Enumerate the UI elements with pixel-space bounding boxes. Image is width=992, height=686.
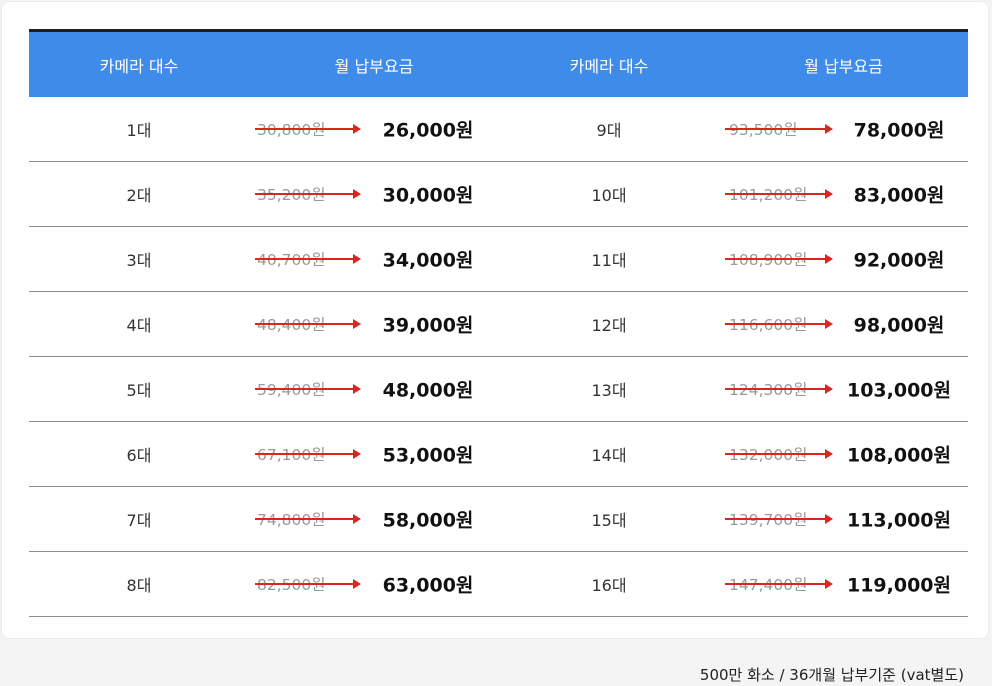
monthly-fee-cell: 82,500원 63,000원	[249, 552, 499, 616]
camera-count: 13대	[591, 381, 627, 400]
monthly-fee-cell: 124,300원 103,000원	[719, 357, 968, 421]
price-table: 카메라 대수 월 납부요금 카메라 대수 월 납부요금 1대 30,800원 26,…	[29, 29, 968, 617]
camera-count: 6대	[126, 446, 152, 465]
monthly-fee-cell: 139,700원 113,000원	[719, 487, 968, 551]
discounted-price: 63,000원	[382, 574, 474, 597]
monthly-fee-cell: 147,400원 119,000원	[719, 552, 968, 616]
camera-count: 2대	[126, 186, 152, 205]
discounted-price: 39,000원	[382, 314, 474, 337]
discounted-price: 30,000원	[382, 184, 474, 207]
discounted-price: 26,000원	[382, 119, 474, 142]
monthly-fee-cell: 132,000원 108,000원	[719, 422, 968, 486]
monthly-fee-cell: 74,800원 58,000원	[249, 487, 499, 551]
table-header: 카메라 대수 월 납부요금 카메라 대수 월 납부요금	[29, 29, 968, 97]
discounted-price: 34,000원	[382, 249, 474, 272]
monthly-fee-cell: 35,200원 30,000원	[249, 162, 499, 226]
discounted-price: 103,000원	[846, 379, 952, 402]
monthly-fee-cell: 116,600원 98,000원	[719, 292, 968, 356]
table-row: 6대 67,100원 53,000원 14대 132,000원 108,000원	[29, 422, 968, 487]
camera-count: 8대	[126, 576, 152, 595]
monthly-fee-cell: 67,100원 53,000원	[249, 422, 499, 486]
monthly-fee-cell: 30,800원 26,000원	[249, 97, 499, 161]
header-monthly-fee-2: 월 납부요금	[804, 56, 883, 76]
camera-count: 1대	[126, 121, 152, 140]
discounted-price: 119,000원	[846, 574, 952, 597]
table-row: 5대 59,400원 48,000원 13대 124,300원 103,000원	[29, 357, 968, 422]
camera-count: 12대	[591, 316, 627, 335]
header-camera-count: 카메라 대수	[99, 56, 179, 76]
table-row: 3대 40,700원 34,000원 11대 108,900원 92,000원	[29, 227, 968, 292]
camera-count: 14대	[591, 446, 627, 465]
discounted-price: 58,000원	[382, 509, 474, 532]
monthly-fee-cell: 108,900원 92,000원	[719, 227, 968, 291]
monthly-fee-cell: 101,200원 83,000원	[719, 162, 968, 226]
footnote: 500만 화소 / 36개월 납부기준 (vat별도)	[699, 666, 964, 684]
camera-count: 10대	[591, 186, 627, 205]
camera-count: 15대	[591, 511, 627, 530]
discounted-price: 48,000원	[382, 379, 474, 402]
camera-count: 16대	[591, 576, 627, 595]
table-row: 2대 35,200원 30,000원 10대 101,200원 83,000원	[29, 162, 968, 227]
price-table-card: 카메라 대수 월 납부요금 카메라 대수 월 납부요금 1대 30,800원 26,…	[1, 1, 989, 639]
table-row: 1대 30,800원 26,000원 9대 93,500원 78,000원	[29, 97, 968, 162]
table-row: 8대 82,500원 63,000원 16대 147,400원 119,000원	[29, 552, 968, 617]
camera-count: 7대	[126, 511, 152, 530]
discounted-price: 53,000원	[382, 444, 474, 467]
table-body: 1대 30,800원 26,000원 9대 93,500원 78,000원 2대 35,200…	[29, 97, 968, 617]
header-camera-count-2: 카메라 대수	[569, 56, 649, 76]
discounted-price: 92,000원	[853, 249, 945, 272]
monthly-fee-cell: 40,700원 34,000원	[249, 227, 499, 291]
monthly-fee-cell: 59,400원 48,000원	[249, 357, 499, 421]
camera-count: 5대	[126, 381, 152, 400]
table-row: 7대 74,800원 58,000원 15대 139,700원 113,000원	[29, 487, 968, 552]
camera-count: 11대	[591, 251, 627, 270]
table-row: 4대 48,400원 39,000원 12대 116,600원 98,000원	[29, 292, 968, 357]
discounted-price: 108,000원	[846, 444, 952, 467]
monthly-fee-cell: 93,500원 78,000원	[719, 97, 968, 161]
camera-count: 9대	[596, 121, 622, 140]
camera-count: 4대	[126, 316, 152, 335]
monthly-fee-cell: 48,400원 39,000원	[249, 292, 499, 356]
discounted-price: 113,000원	[846, 509, 952, 532]
discounted-price: 78,000원	[853, 119, 945, 142]
discounted-price: 83,000원	[853, 184, 945, 207]
discounted-price: 98,000원	[853, 314, 945, 337]
header-monthly-fee: 월 납부요금	[334, 56, 414, 76]
camera-count: 3대	[126, 251, 152, 270]
